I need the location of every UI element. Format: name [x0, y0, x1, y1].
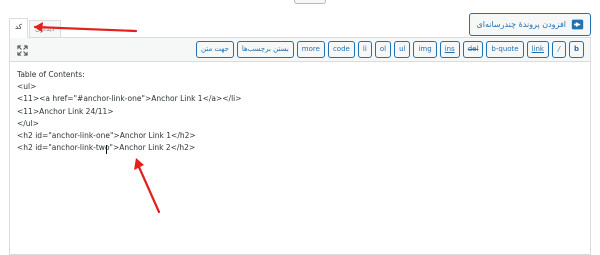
- text-direction-button[interactable]: جهت متن: [196, 41, 234, 58]
- code-button[interactable]: code: [327, 41, 355, 58]
- unordered-list-button[interactable]: ul: [394, 41, 411, 58]
- top-notch: [294, 0, 326, 4]
- bold-button[interactable]: b: [568, 41, 584, 58]
- editor-page: افزودن پروندهٔ چندرسانه‌ای کد دیداری b /…: [0, 0, 600, 255]
- add-media-label: افزودن پروندهٔ چندرسانه‌ای: [476, 20, 566, 29]
- image-button[interactable]: img: [413, 41, 437, 58]
- text-caret: [106, 145, 107, 154]
- tab-code[interactable]: کد: [9, 18, 29, 38]
- quicktag-button-group: b / link b-quote del ins img ul ol li co…: [196, 41, 584, 58]
- add-media-button[interactable]: افزودن پروندهٔ چندرسانه‌ای: [469, 13, 591, 36]
- insert-button[interactable]: ins: [439, 41, 460, 58]
- fullscreen-icon[interactable]: [17, 45, 28, 56]
- ordered-list-button[interactable]: ol: [374, 41, 392, 58]
- list-item-button[interactable]: li: [357, 41, 372, 58]
- close-tags-button[interactable]: بستن برچسب‌ها: [236, 41, 294, 58]
- link-button[interactable]: link: [526, 41, 549, 58]
- html-editor: b / link b-quote del ins img ul ol li co…: [9, 37, 591, 255]
- media-icon: [571, 19, 584, 30]
- editor-tabs: کد دیداری: [9, 18, 61, 38]
- tab-visual[interactable]: دیداری: [29, 20, 61, 38]
- blockquote-button[interactable]: b-quote: [486, 41, 524, 58]
- delete-button[interactable]: del: [462, 41, 484, 58]
- more-button[interactable]: more: [296, 41, 325, 58]
- italic-button[interactable]: /: [551, 41, 566, 58]
- quicktags-toolbar: b / link b-quote del ins img ul ol li co…: [10, 38, 590, 62]
- html-content-textarea[interactable]: Table of Contents: <ul> <11><a href="#an…: [17, 69, 583, 249]
